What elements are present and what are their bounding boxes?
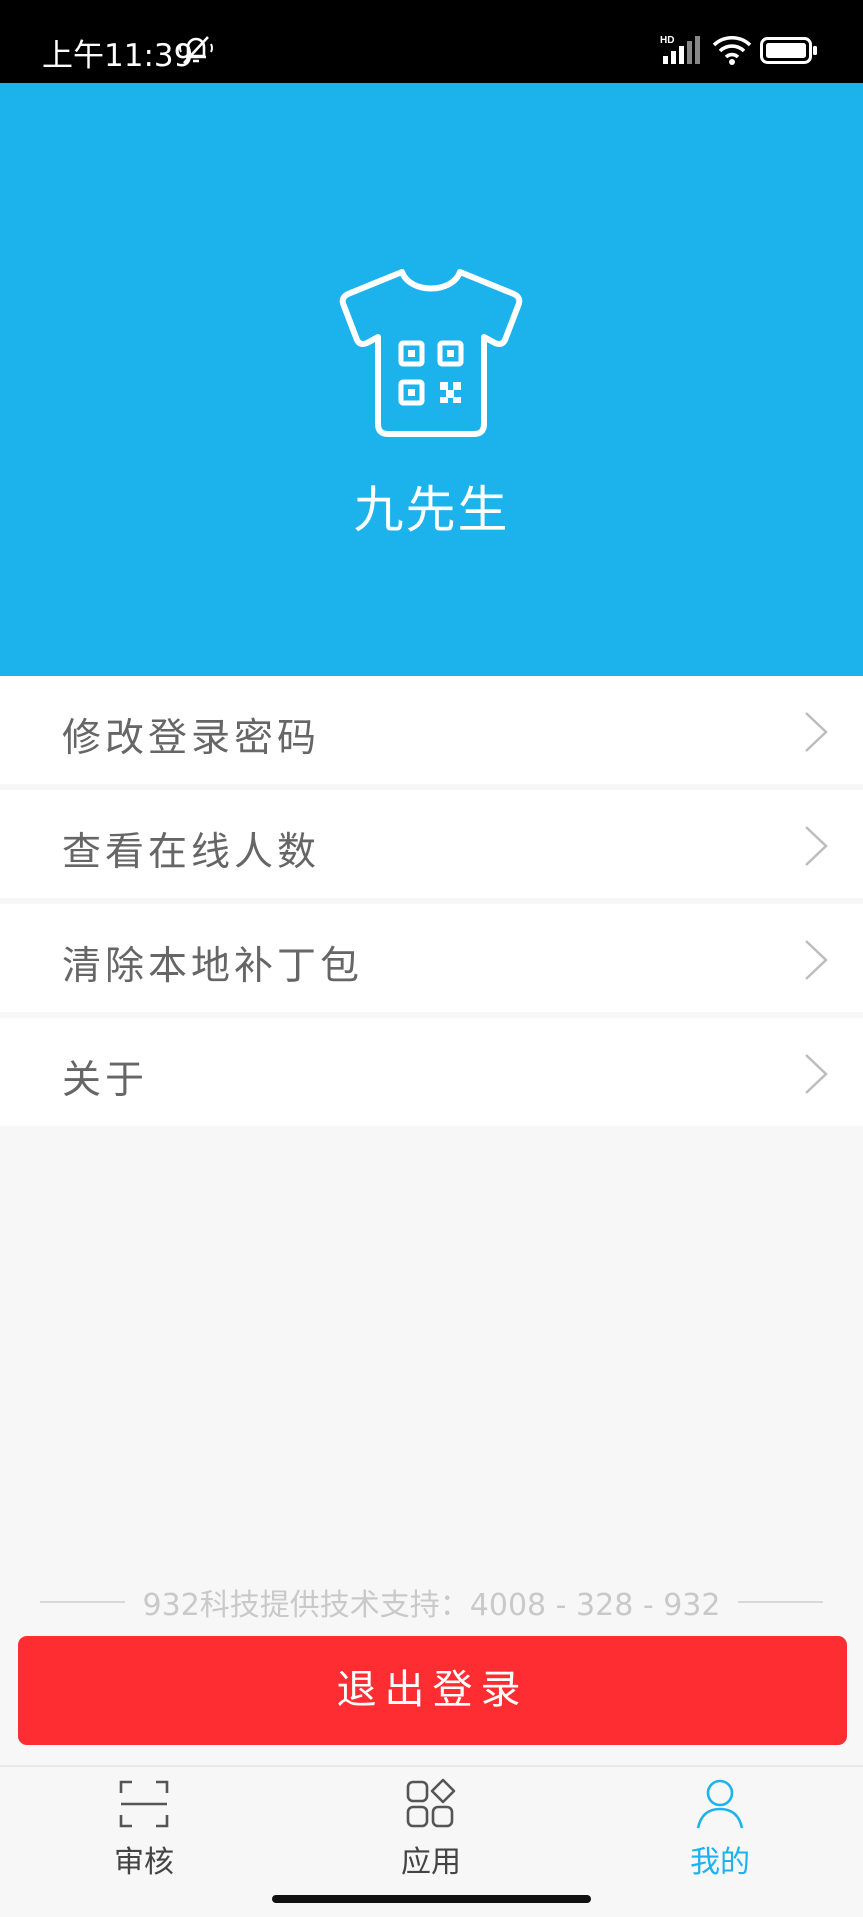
tab-label: 应用 bbox=[401, 1845, 461, 1880]
profile-header: 九先生 bbox=[0, 83, 863, 676]
support-text: 932科技提供技术支持：4008 - 328 - 932 bbox=[142, 1588, 721, 1623]
settings-menu: 修改登录密码 查看在线人数 清除本地补丁包 关于 bbox=[0, 676, 863, 1132]
divider bbox=[738, 1601, 823, 1603]
chevron-right-icon bbox=[805, 1054, 828, 1094]
support-footer: 932科技提供技术支持：4008 - 328 - 932 bbox=[40, 1584, 823, 1623]
divider bbox=[40, 1601, 125, 1603]
tab-label: 我的 bbox=[690, 1845, 750, 1880]
status-time: 上午11:39 bbox=[42, 38, 194, 74]
user-icon bbox=[696, 1779, 744, 1829]
menu-item-label: 关于 bbox=[62, 1058, 149, 1103]
menu-item-about[interactable]: 关于 bbox=[0, 1018, 863, 1126]
logout-button[interactable]: 退出登录 bbox=[18, 1636, 847, 1745]
chevron-right-icon bbox=[805, 712, 828, 752]
tshirt-qr-icon bbox=[339, 269, 523, 437]
home-indicator[interactable] bbox=[272, 1895, 591, 1903]
menu-item-online-count[interactable]: 查看在线人数 bbox=[0, 790, 863, 898]
chevron-right-icon bbox=[805, 940, 828, 980]
svg-text:HD: HD bbox=[660, 35, 674, 46]
menu-item-label: 修改登录密码 bbox=[62, 716, 321, 761]
scan-icon bbox=[119, 1780, 169, 1828]
menu-item-clear-patch[interactable]: 清除本地补丁包 bbox=[0, 904, 863, 1012]
menu-item-label: 查看在线人数 bbox=[62, 830, 321, 875]
menu-item-label: 清除本地补丁包 bbox=[62, 944, 364, 989]
tab-label: 审核 bbox=[114, 1845, 174, 1880]
tab-review[interactable]: 审核 bbox=[44, 1767, 244, 1887]
username: 九先生 bbox=[353, 481, 510, 539]
mute-icon bbox=[179, 36, 213, 64]
hd-signal-icon: HD bbox=[660, 35, 700, 64]
bottom-tabbar: 审核 应用 我的 bbox=[0, 1765, 863, 1885]
menu-item-change-password[interactable]: 修改登录密码 bbox=[0, 676, 863, 784]
apps-icon bbox=[406, 1778, 456, 1828]
status-bar: 上午11:39 HD bbox=[0, 0, 863, 83]
tab-apps[interactable]: 应用 bbox=[331, 1767, 531, 1887]
chevron-right-icon bbox=[805, 826, 828, 866]
wifi-icon bbox=[712, 35, 752, 65]
tab-mine[interactable]: 我的 bbox=[620, 1767, 820, 1887]
battery-icon bbox=[760, 37, 817, 64]
